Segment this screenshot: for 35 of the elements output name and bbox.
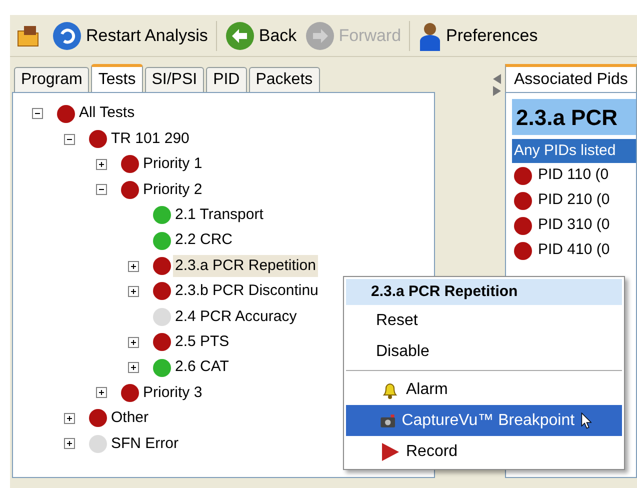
tree-item[interactable]: SFN Error [109,432,180,456]
menu-item[interactable]: Alarm [346,374,622,405]
tab[interactable]: Packets [248,67,320,92]
tree-item[interactable]: 2.3.a PCR Repetition [173,254,318,278]
tree-item[interactable]: TR 101 290 [109,128,192,150]
tab[interactable]: Tests [91,64,143,92]
tree-item[interactable]: Priority 2 [141,178,204,202]
menu-item[interactable]: Disable [346,336,622,367]
details-subtitle: Any PIDs listed [512,139,636,163]
details-title: 2.3.a PCR [512,99,636,135]
tab[interactable]: SI/PSI [144,67,204,92]
tab[interactable]: PID [206,67,247,92]
tree-item[interactable]: 2.5 PTS [173,330,232,354]
tree-item[interactable]: 2.1 Transport [173,204,266,226]
pid-label: PID 410 (0 [538,240,610,260]
tree-item[interactable]: Priority 1 [141,153,204,176]
pid-label: PID 210 (0 [538,190,610,210]
tree-item[interactable]: 2.4 PCR Accuracy [173,306,299,328]
toolbar-button[interactable]: Restart Analysis [50,20,210,50]
menu-title: 2.3.a PCR Repetition [346,279,622,305]
menu-item[interactable]: Record [346,436,622,467]
tree-item[interactable]: 2.6 CAT [173,356,231,379]
menu-item[interactable]: Reset [346,305,622,336]
tree-item[interactable]: 2.2 CRC [173,229,235,252]
pid-label: PID 310 (0 [538,215,610,236]
pid-label: PID 110 (0 [538,165,609,186]
tree-item[interactable]: Priority 3 [141,382,204,404]
tree-item[interactable]: Other [109,407,151,430]
tree-item[interactable]: All Tests [77,102,137,125]
menu-item[interactable]: CaptureVu™ Breakpoint [346,405,622,436]
tree-item[interactable]: 2.3.b PCR Discontinu [173,280,320,303]
tab[interactable]: Program [14,67,90,92]
tab[interactable]: Associated Pids [505,64,637,92]
toolbar-button[interactable]: Preferences [416,20,540,50]
toolbar-button[interactable]: Back [222,20,299,50]
